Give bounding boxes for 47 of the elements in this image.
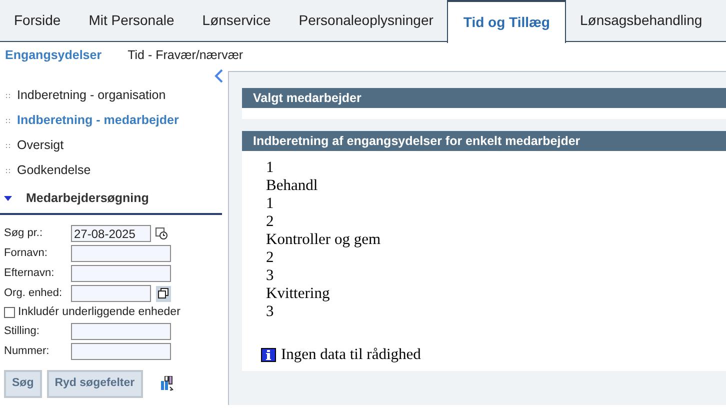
nav-tab[interactable]: Personaleoplysninger: [284, 0, 448, 41]
sidebar-item[interactable]: Indberetning - medarbejder: [17, 111, 179, 130]
panel-header: Valgt medarbejder: [242, 88, 726, 108]
input-field[interactable]: [71, 245, 171, 262]
checkbox-label: Inkludér underliggende enheder: [18, 304, 180, 320]
subnav-link[interactable]: Engangsydelser: [5, 46, 102, 64]
checkbox[interactable]: [4, 307, 15, 318]
input-field[interactable]: [71, 265, 171, 282]
input-field[interactable]: [71, 285, 151, 302]
panel-header: Indberetning af engangsydelser for enkelt medarbejder: [242, 131, 726, 151]
info-message: Ingen data til rådighed: [281, 345, 421, 366]
caret-down-icon[interactable]: [4, 196, 12, 200]
nav-tab[interactable]: Tid og Tillæg: [447, 0, 566, 43]
field-label: Søg pr.:: [4, 226, 44, 242]
step-text: Kvittering: [266, 285, 330, 303]
sidebar-item[interactable]: Oversigt: [17, 136, 64, 155]
sidebar-item[interactable]: Godkendelse: [17, 161, 91, 180]
step-text: 3: [266, 267, 274, 285]
step-text: 3: [266, 303, 274, 321]
input-field[interactable]: [71, 323, 171, 340]
calendar-clock-icon[interactable]: [155, 227, 168, 240]
field-label: Stilling:: [4, 324, 40, 340]
field-label: Fornavn:: [4, 246, 48, 262]
step-text: Kontroller og gem: [266, 231, 381, 249]
chevron-left-icon[interactable]: [214, 69, 224, 83]
field-label: Nummer:: [4, 344, 50, 360]
field-label: Efternavn:: [4, 266, 56, 282]
nav-tab[interactable]: Mit Personale: [74, 0, 188, 41]
info-icon: [261, 348, 276, 362]
field-label: Org. enhed:: [4, 286, 64, 302]
step-text: 1: [266, 195, 274, 213]
form-button[interactable]: Ryd søgefelter: [46, 370, 143, 398]
step-text: 2: [266, 249, 274, 267]
sidebar-item[interactable]: Indberetning - organisation: [17, 86, 166, 105]
subnav-link[interactable]: Tid - Fravær/nærvær: [128, 46, 244, 64]
form-button[interactable]: Søg: [4, 370, 42, 398]
nav-tab[interactable]: Lønservice: [188, 0, 285, 41]
section-title: Medarbejdersøgning: [26, 190, 149, 207]
lookup-button[interactable]: [156, 286, 171, 302]
input-field[interactable]: 27-08-2025: [71, 225, 151, 242]
input-field[interactable]: [71, 343, 171, 360]
step-text: 2: [266, 213, 274, 231]
nav-tab[interactable]: Lønsagsbehandling: [566, 0, 716, 41]
table-columns-icon[interactable]: [160, 376, 174, 392]
step-text: Behandl: [266, 177, 318, 195]
nav-tab[interactable]: Forside: [0, 0, 75, 41]
step-text: 1: [266, 159, 274, 177]
